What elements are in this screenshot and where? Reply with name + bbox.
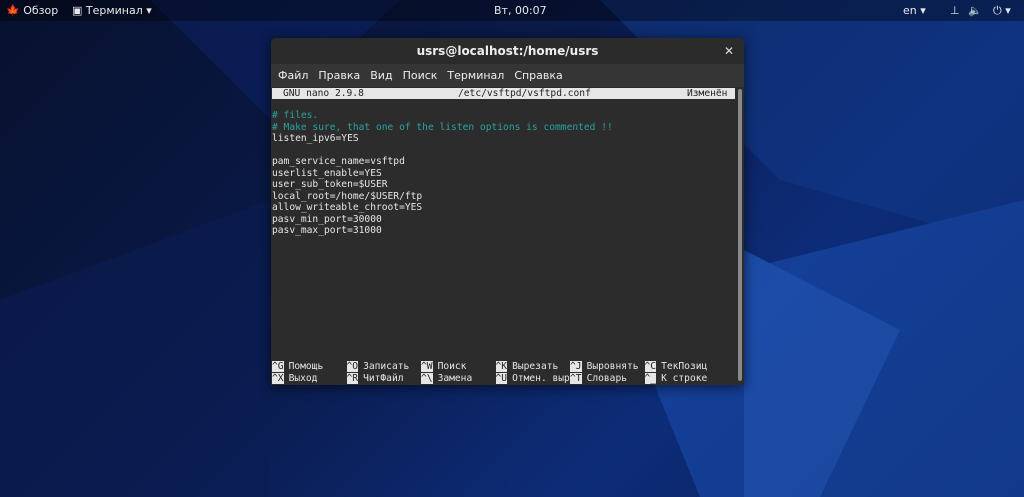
shortcut-label: Словарь: [586, 372, 627, 384]
shortcut-key: ^T: [570, 372, 582, 384]
shortcut-item: ^W Поиск: [421, 361, 466, 373]
shortcut-label: Выровнять: [586, 361, 639, 372]
shortcut-label: Поиск: [437, 361, 467, 372]
shortcut-item: ^X Выход: [272, 372, 318, 385]
shortcut-item: ^J Выровнять: [570, 361, 639, 373]
shortcut-item: ^_ К строке: [644, 372, 708, 385]
shortcut-label: Вырезать: [512, 361, 559, 372]
shortcut-label: Выход: [288, 372, 318, 384]
terminal-window: usrs@localhost:/home/usrs ✕ Файл Правка В…: [271, 38, 744, 385]
code-line: pam_service_name=vsftpd: [272, 156, 405, 167]
code-line: local_root=/home/$USER/ftp: [272, 190, 423, 202]
shortcut-key: ^R: [346, 372, 359, 384]
shortcut-key: ^G: [272, 361, 284, 372]
shortcut-key: ^J: [570, 361, 582, 372]
shortcut-key: ^K: [495, 361, 508, 372]
shortcut-label: Записать: [363, 361, 410, 372]
menu-terminal[interactable]: Терминал: [447, 69, 504, 82]
code-line: user_sub_token=$USER: [272, 179, 388, 190]
nano-status-bar: GNU nano 2.9.8 /etc/vsftpd/vsftpd.conf И…: [272, 88, 735, 99]
shortcut-label: Замена: [437, 372, 473, 384]
shortcut-key: ^_: [644, 372, 657, 384]
language-selector[interactable]: en ▾: [903, 4, 926, 17]
shortcut-item: ^C ТекПозиц: [644, 361, 708, 373]
scrollbar-thumb[interactable]: [738, 89, 742, 381]
shortcut-item: ^G Помощь: [272, 361, 323, 373]
activities-button[interactable]: 🍁 Обзор: [6, 4, 58, 17]
code-line: userlist_enable=YES: [272, 167, 382, 179]
terminal-area[interactable]: GNU nano 2.9.8 /etc/vsftpd/vsftpd.conf И…: [271, 87, 737, 385]
shortcut-item: ^R ЧитФайл: [346, 372, 404, 385]
shortcut-label: ТекПозиц: [661, 361, 708, 372]
top-bar: 🍁 Обзор ▣ Терминал ▾ Вт, 00:07 en ▾ ⊥ 🔈 …: [0, 0, 1024, 21]
menu-help[interactable]: Справка: [514, 69, 562, 82]
shortcut-item: ^\ Замена: [421, 372, 473, 385]
shortcut-label: Помощь: [288, 361, 324, 372]
clock[interactable]: Вт, 00:07: [494, 4, 547, 17]
activities-label: Обзор: [23, 4, 59, 17]
code-line: allow_writeable_chroot=YES: [272, 202, 423, 213]
shortcut-item: ^T Словарь: [570, 372, 627, 385]
shortcut-key: ^C: [644, 361, 657, 372]
menu-search[interactable]: Поиск: [403, 69, 438, 82]
file-name: /etc/vsftpd/vsftpd.conf: [458, 88, 591, 99]
power-menu[interactable]: ⏻ ▾: [993, 4, 1011, 18]
code-line: pasv_min_port=30000: [272, 213, 382, 225]
window-title: usrs@localhost:/home/usrs: [416, 44, 599, 58]
shortcut-key: ^U: [495, 372, 508, 384]
app-menu[interactable]: ▣ Терминал ▾: [72, 4, 152, 17]
code-line: listen_ipv6=YES: [272, 133, 359, 144]
modified-state: Изменён: [687, 88, 728, 99]
close-icon[interactable]: ✕: [724, 38, 734, 64]
code-line: # files.: [272, 110, 319, 121]
shortcut-key: ^\: [421, 372, 433, 384]
shortcut-label: К строке: [661, 372, 708, 384]
menu-file[interactable]: Файл: [278, 69, 308, 82]
window-titlebar[interactable]: usrs@localhost:/home/usrs ✕: [271, 38, 744, 64]
nano-version: GNU nano 2.9.8: [283, 88, 364, 99]
volume-icon[interactable]: 🔈: [968, 4, 982, 17]
shortcut-label: ЧитФайл: [363, 372, 404, 384]
shortcut-item: ^O Записать: [346, 361, 410, 373]
shortcut-key: ^X: [272, 372, 284, 384]
shortcut-key: ^W: [421, 361, 433, 372]
network-icon[interactable]: ⊥: [950, 4, 960, 17]
shortcut-label: Отмен. выре: [512, 372, 576, 384]
menu-bar: Файл Правка Вид Поиск Терминал Справка: [271, 64, 744, 87]
code-line: pasv_max_port=31000: [272, 225, 382, 236]
shortcut-item: ^K Вырезать: [495, 361, 559, 373]
shortcut-item: ^U Отмен. выре: [495, 372, 576, 385]
code-line: # Make sure, that one of the listen opti…: [272, 121, 613, 133]
menu-edit[interactable]: Правка: [318, 69, 360, 82]
app-menu-label: Терминал ▾: [85, 4, 152, 17]
scrollbar[interactable]: [737, 87, 743, 383]
menu-view[interactable]: Вид: [370, 69, 392, 82]
shortcut-key: ^O: [346, 361, 359, 372]
